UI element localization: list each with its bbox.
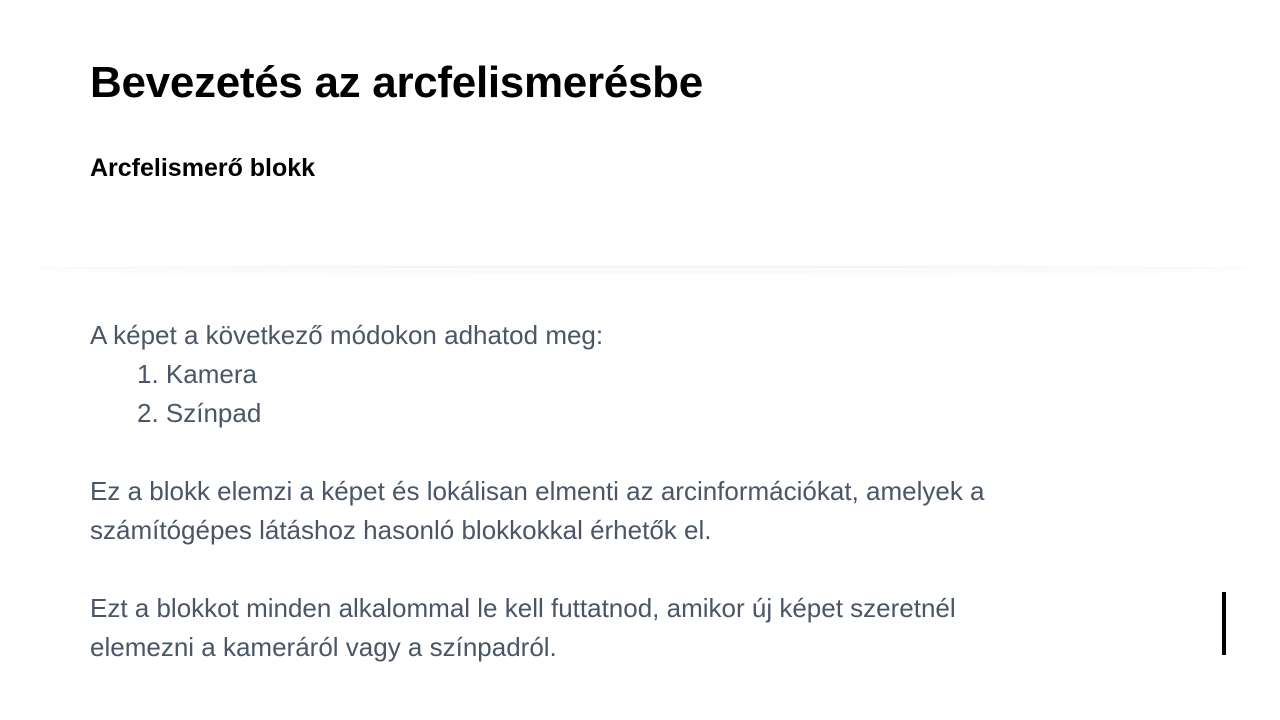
paragraph-1-line-2: számítógépes látáshoz hasonló blokkokkal…: [90, 515, 712, 545]
paragraph-2-line-2: elemezni a kameráról vagy a színpadról.: [90, 632, 557, 662]
text-cursor: [1222, 592, 1226, 655]
list-item-camera: 1. Kamera: [137, 359, 257, 389]
slide-title: Bevezetés az arcfelismerésbe: [90, 58, 703, 107]
paragraph-2-line-1: Ezt a blokkot minden alkalommal le kell …: [90, 593, 956, 623]
list-item-stage: 2. Színpad: [137, 398, 262, 428]
intro-text: A képet a következő módokon adhatod meg:: [90, 320, 604, 350]
input-mode-list: 1. Kamera 2. Színpad: [90, 355, 1170, 433]
slide: Bevezetés az arcfelismerésbe Arcfelismer…: [0, 0, 1280, 720]
slide-subtitle: Arcfelismerő blokk: [90, 154, 316, 182]
slide-body: A képet a következő módokon adhatod meg:…: [90, 316, 1170, 667]
paragraph-1-line-1: Ez a blokk elemzi a képet és lokálisan e…: [90, 476, 985, 506]
slide-header: Bevezetés az arcfelismerésbe Arcfelismer…: [0, 0, 1280, 268]
header-divider: [30, 266, 1250, 270]
